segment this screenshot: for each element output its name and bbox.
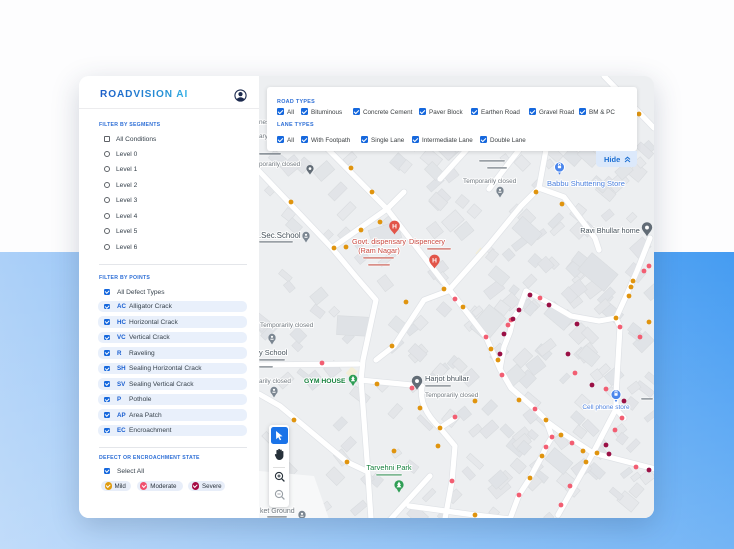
svg-text:H: H <box>432 257 437 264</box>
svg-text:arily closed: arily closed <box>259 378 291 385</box>
svg-text:Tarvehni Park: Tarvehni Park <box>366 463 411 472</box>
svg-text:Temporarily closed: Temporarily closed <box>425 392 479 399</box>
svg-text:Babbu Shuttering Store: Babbu Shuttering Store <box>547 179 625 188</box>
svg-text:Temporarily closed: Temporarily closed <box>463 178 517 185</box>
svg-text:y School: y School <box>259 348 288 357</box>
svg-text:Temporarily closed: Temporarily closed <box>260 322 314 329</box>
svg-text:Ravi Bhullar home: Ravi Bhullar home <box>580 226 640 235</box>
svg-text:ket Ground: ket Ground <box>260 508 295 515</box>
svg-text:Dispencery: Dispencery <box>409 237 445 246</box>
svg-text:Govt. dispensary: Govt. dispensary <box>352 237 406 246</box>
svg-text:Cell phone store: Cell phone store <box>582 404 630 411</box>
svg-text:Harjot bhullar: Harjot bhullar <box>425 374 469 383</box>
svg-text:porarily closed: porarily closed <box>259 161 301 168</box>
svg-text:(Ram Nagar): (Ram Nagar) <box>358 246 400 255</box>
svg-text:H: H <box>392 223 397 230</box>
svg-text:.Sec.School: .Sec.School <box>259 231 301 240</box>
svg-text:GYM HOUSE: GYM HOUSE <box>304 378 346 385</box>
